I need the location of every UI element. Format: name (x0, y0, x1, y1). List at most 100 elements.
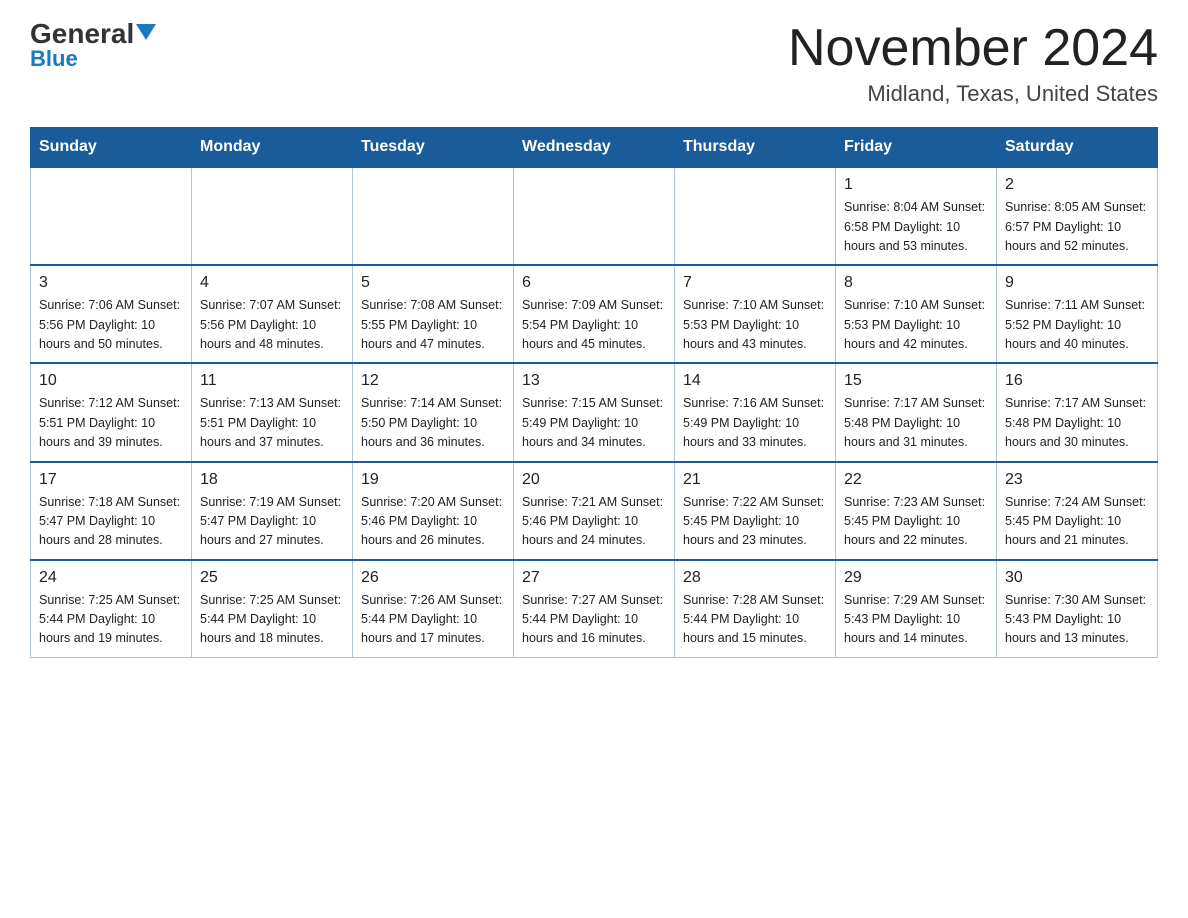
day-info: Sunrise: 7:11 AM Sunset: 5:52 PM Dayligh… (1005, 296, 1149, 354)
day-of-week-header: Wednesday (514, 128, 675, 168)
day-info: Sunrise: 7:14 AM Sunset: 5:50 PM Dayligh… (361, 394, 505, 452)
day-number: 2 (1005, 176, 1149, 194)
day-number: 25 (200, 569, 344, 587)
day-number: 14 (683, 372, 827, 390)
day-info: Sunrise: 7:25 AM Sunset: 5:44 PM Dayligh… (200, 591, 344, 649)
calendar-cell: 5Sunrise: 7:08 AM Sunset: 5:55 PM Daylig… (353, 265, 514, 363)
calendar-week-row: 17 Sunrise: 7:18 AM Sunset: 5:47 PM Dayli… (31, 462, 1158, 560)
calendar-week-row: 10 Sunrise: 7:12 AM Sunset: 5:51 PM Dayli… (31, 363, 1158, 461)
day-info: Sunrise: 7:30 AM Sunset: 5:43 PM Dayligh… (1005, 591, 1149, 649)
calendar-week-row: 24 Sunrise: 7:25 AM Sunset: 5:44 PM Dayli… (31, 560, 1158, 658)
day-info: Sunrise: 7:09 AM Sunset: 5:54 PM Dayligh… (522, 296, 666, 354)
calendar-cell: 14 Sunrise: 7:16 AM Sunset: 5:49 PM Dayli… (675, 363, 836, 461)
calendar-cell: 28 Sunrise: 7:28 AM Sunset: 5:44 PM Dayli… (675, 560, 836, 658)
logo: General Blue (30, 20, 156, 72)
calendar-cell: 19 Sunrise: 7:20 AM Sunset: 5:46 PM Dayli… (353, 462, 514, 560)
calendar-cell: 21Sunrise: 7:22 AM Sunset: 5:45 PM Dayli… (675, 462, 836, 560)
day-number: 18 (200, 471, 344, 489)
calendar-cell: 27Sunrise: 7:27 AM Sunset: 5:44 PM Dayli… (514, 560, 675, 658)
day-number: 6 (522, 274, 666, 292)
day-number: 11 (200, 372, 344, 390)
day-info: Sunrise: 8:05 AM Sunset: 6:57 PM Dayligh… (1005, 198, 1149, 256)
calendar-cell: 23 Sunrise: 7:24 AM Sunset: 5:45 PM Dayli… (997, 462, 1158, 560)
calendar-cell: 24 Sunrise: 7:25 AM Sunset: 5:44 PM Dayli… (31, 560, 192, 658)
logo-triangle-icon (136, 24, 156, 40)
day-number: 9 (1005, 274, 1149, 292)
day-info: Sunrise: 8:04 AM Sunset: 6:58 PM Dayligh… (844, 198, 988, 256)
calendar-cell: 7Sunrise: 7:10 AM Sunset: 5:53 PM Daylig… (675, 265, 836, 363)
calendar-week-row: 3 Sunrise: 7:06 AM Sunset: 5:56 PM Daylig… (31, 265, 1158, 363)
calendar-cell: 6 Sunrise: 7:09 AM Sunset: 5:54 PM Daylig… (514, 265, 675, 363)
calendar-cell: 13 Sunrise: 7:15 AM Sunset: 5:49 PM Dayli… (514, 363, 675, 461)
day-number: 1 (844, 176, 988, 194)
day-number: 16 (1005, 372, 1149, 390)
day-of-week-header: Saturday (997, 128, 1158, 168)
day-number: 19 (361, 471, 505, 489)
calendar-header-row: SundayMondayTuesdayWednesdayThursdayFrid… (31, 128, 1158, 168)
day-number: 17 (39, 471, 183, 489)
calendar-cell: 9 Sunrise: 7:11 AM Sunset: 5:52 PM Daylig… (997, 265, 1158, 363)
calendar-cell: 30 Sunrise: 7:30 AM Sunset: 5:43 PM Dayli… (997, 560, 1158, 658)
calendar-cell: 1 Sunrise: 8:04 AM Sunset: 6:58 PM Daylig… (836, 167, 997, 265)
calendar-cell: 4 Sunrise: 7:07 AM Sunset: 5:56 PM Daylig… (192, 265, 353, 363)
day-info: Sunrise: 7:10 AM Sunset: 5:53 PM Dayligh… (844, 296, 988, 354)
day-number: 13 (522, 372, 666, 390)
day-number: 15 (844, 372, 988, 390)
logo-blue-text: Blue (30, 46, 78, 72)
day-info: Sunrise: 7:13 AM Sunset: 5:51 PM Dayligh… (200, 394, 344, 452)
calendar-cell: 15 Sunrise: 7:17 AM Sunset: 5:48 PM Dayli… (836, 363, 997, 461)
calendar-cell: 10 Sunrise: 7:12 AM Sunset: 5:51 PM Dayli… (31, 363, 192, 461)
day-info: Sunrise: 7:28 AM Sunset: 5:44 PM Dayligh… (683, 591, 827, 649)
day-number: 4 (200, 274, 344, 292)
day-number: 3 (39, 274, 183, 292)
day-info: Sunrise: 7:20 AM Sunset: 5:46 PM Dayligh… (361, 493, 505, 551)
day-number: 26 (361, 569, 505, 587)
day-info: Sunrise: 7:07 AM Sunset: 5:56 PM Dayligh… (200, 296, 344, 354)
day-info: Sunrise: 7:15 AM Sunset: 5:49 PM Dayligh… (522, 394, 666, 452)
day-info: Sunrise: 7:21 AM Sunset: 5:46 PM Dayligh… (522, 493, 666, 551)
day-number: 22 (844, 471, 988, 489)
day-info: Sunrise: 7:16 AM Sunset: 5:49 PM Dayligh… (683, 394, 827, 452)
day-info: Sunrise: 7:12 AM Sunset: 5:51 PM Dayligh… (39, 394, 183, 452)
day-number: 20 (522, 471, 666, 489)
calendar-cell (31, 167, 192, 265)
calendar-cell: 16Sunrise: 7:17 AM Sunset: 5:48 PM Dayli… (997, 363, 1158, 461)
day-info: Sunrise: 7:17 AM Sunset: 5:48 PM Dayligh… (844, 394, 988, 452)
day-of-week-header: Sunday (31, 128, 192, 168)
calendar-cell: 29 Sunrise: 7:29 AM Sunset: 5:43 PM Dayli… (836, 560, 997, 658)
calendar-subtitle: Midland, Texas, United States (788, 81, 1158, 107)
day-info: Sunrise: 7:27 AM Sunset: 5:44 PM Dayligh… (522, 591, 666, 649)
day-info: Sunrise: 7:29 AM Sunset: 5:43 PM Dayligh… (844, 591, 988, 649)
calendar-cell (192, 167, 353, 265)
day-number: 28 (683, 569, 827, 587)
day-number: 30 (1005, 569, 1149, 587)
day-info: Sunrise: 7:26 AM Sunset: 5:44 PM Dayligh… (361, 591, 505, 649)
calendar-cell (353, 167, 514, 265)
day-info: Sunrise: 7:23 AM Sunset: 5:45 PM Dayligh… (844, 493, 988, 551)
calendar-cell: 17 Sunrise: 7:18 AM Sunset: 5:47 PM Dayli… (31, 462, 192, 560)
day-number: 24 (39, 569, 183, 587)
calendar-cell: 20 Sunrise: 7:21 AM Sunset: 5:46 PM Dayli… (514, 462, 675, 560)
day-of-week-header: Friday (836, 128, 997, 168)
day-info: Sunrise: 7:25 AM Sunset: 5:44 PM Dayligh… (39, 591, 183, 649)
calendar-cell: 22 Sunrise: 7:23 AM Sunset: 5:45 PM Dayli… (836, 462, 997, 560)
calendar-cell: 25 Sunrise: 7:25 AM Sunset: 5:44 PM Dayli… (192, 560, 353, 658)
title-block: November 2024 Midland, Texas, United Sta… (788, 20, 1158, 107)
day-info: Sunrise: 7:06 AM Sunset: 5:56 PM Dayligh… (39, 296, 183, 354)
day-of-week-header: Tuesday (353, 128, 514, 168)
day-number: 12 (361, 372, 505, 390)
calendar-cell (514, 167, 675, 265)
day-info: Sunrise: 7:19 AM Sunset: 5:47 PM Dayligh… (200, 493, 344, 551)
day-number: 29 (844, 569, 988, 587)
calendar-title: November 2024 (788, 20, 1158, 77)
calendar-cell: 18 Sunrise: 7:19 AM Sunset: 5:47 PM Dayli… (192, 462, 353, 560)
calendar-table: SundayMondayTuesdayWednesdayThursdayFrid… (30, 127, 1158, 658)
day-number: 10 (39, 372, 183, 390)
calendar-cell: 11 Sunrise: 7:13 AM Sunset: 5:51 PM Dayli… (192, 363, 353, 461)
day-info: Sunrise: 7:18 AM Sunset: 5:47 PM Dayligh… (39, 493, 183, 551)
calendar-cell: 12 Sunrise: 7:14 AM Sunset: 5:50 PM Dayli… (353, 363, 514, 461)
day-number: 23 (1005, 471, 1149, 489)
day-of-week-header: Monday (192, 128, 353, 168)
day-info: Sunrise: 7:24 AM Sunset: 5:45 PM Dayligh… (1005, 493, 1149, 551)
day-info: Sunrise: 7:08 AM Sunset: 5:55 PM Dayligh… (361, 296, 505, 354)
